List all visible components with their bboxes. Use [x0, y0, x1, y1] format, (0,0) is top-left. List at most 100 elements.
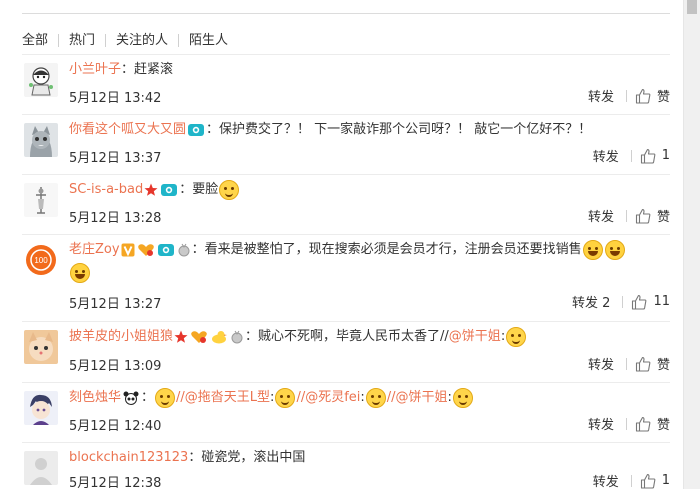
panda-badge-icon: [123, 391, 139, 405]
yum-emoji-icon: [452, 387, 473, 408]
top-divider: [22, 13, 670, 14]
comment-separator: ：: [245, 329, 259, 344]
action-divider: [630, 149, 632, 162]
like-count[interactable]: 11: [653, 294, 670, 309]
username[interactable]: 老庄Zoy: [69, 242, 120, 257]
comment-content: 看来是被整怕了，现在搜索必须是会员才行，注册会员还要找销售: [204, 242, 582, 257]
comment-separator: ：: [179, 182, 193, 197]
laugh-cry-emoji-icon: [582, 239, 603, 260]
comment-actions: 转发 赞: [588, 354, 670, 373]
comment-actions: 转发 2 11: [572, 292, 670, 311]
comment-text: 老庄Zoy ：看来是被整怕了，现在搜索必须是会员才行，注册会员还要找销售: [69, 238, 645, 284]
tab-all[interactable]: 全部: [22, 34, 58, 47]
medal-badge-icon: [231, 330, 243, 343]
comment-separator: ：: [188, 450, 202, 465]
like-count[interactable]: 赞: [657, 206, 670, 225]
action-divider: [625, 417, 627, 430]
medal-badge-icon: [178, 243, 190, 256]
mention-separator: :: [360, 390, 365, 405]
camera-badge-icon: [157, 243, 174, 256]
comment-list: 小兰叶子：赶紧滚 5月12日 13:42 转发 赞 你看这个呱又大又圆 ：保护费交…: [22, 54, 670, 489]
comment-time: 5月12日 13:27: [69, 297, 162, 312]
laugh-cry-emoji-icon: [604, 239, 625, 260]
comment-separator: ：: [206, 122, 220, 137]
comment-content: 碰瓷党，滚出中国: [201, 450, 306, 465]
comment-actions: 转发 赞: [588, 86, 670, 105]
mention-separator: :: [500, 329, 506, 344]
avatar[interactable]: [24, 330, 58, 364]
avatar[interactable]: 100: [24, 243, 58, 277]
avatar[interactable]: [24, 123, 58, 157]
comment-content: 贼心不死啊，毕竟人民币太香了//: [258, 329, 449, 344]
comment-item: 100 老庄Zoy ：看来是被整怕了，现在搜索必须是会员才行，注册会员还要找销售 …: [22, 234, 670, 321]
comment-text: 披羊皮的小姐姐狼 ：贼心不死啊，毕竟人民币太香了//@饼干姐:: [69, 325, 645, 348]
like-count[interactable]: 赞: [657, 354, 670, 373]
thumbs-up-icon[interactable]: [635, 356, 651, 372]
comment-time: 5月12日 13:42: [69, 91, 162, 106]
username[interactable]: 你看这个呱又大又圆: [69, 122, 186, 137]
tab-following[interactable]: 关注的人: [105, 33, 178, 47]
thumbs-up-icon[interactable]: [635, 208, 651, 224]
username[interactable]: blockchain123123: [69, 450, 188, 465]
username[interactable]: 披羊皮的小姐姐狼: [69, 329, 173, 344]
comment-text: 刻色烛华：//@拖沓天王L型://@死灵fei://@饼干姐:: [69, 386, 645, 409]
comment-separator: ：: [141, 390, 155, 405]
comment-time: 5月12日 13:37: [69, 151, 162, 166]
mention-link[interactable]: //@死灵fei: [296, 390, 360, 405]
like-count[interactable]: 赞: [657, 414, 670, 433]
comment-content: 要脸: [192, 182, 219, 197]
like-count[interactable]: 1: [662, 473, 670, 488]
username[interactable]: 刻色烛华: [69, 390, 121, 405]
fan-badge-icon: [137, 243, 154, 256]
mention-separator: :: [270, 390, 275, 405]
mention-link[interactable]: //@拖沓天王L型: [176, 390, 270, 405]
forward-button[interactable]: 转发: [588, 354, 614, 373]
forward-button[interactable]: 转发: [588, 86, 614, 105]
forward-button[interactable]: 转发: [588, 414, 614, 433]
tab-hot[interactable]: 热门: [58, 33, 105, 47]
comment-separator: ：: [191, 242, 205, 257]
username[interactable]: 小兰叶子: [69, 62, 121, 77]
thumbs-up-icon[interactable]: [635, 88, 651, 104]
like-count[interactable]: 1: [662, 148, 670, 163]
forward-button[interactable]: 转发: [593, 146, 619, 165]
comment-text: 小兰叶子：赶紧滚: [69, 58, 645, 81]
action-divider: [625, 209, 627, 222]
comment-item: 刻色烛华：//@拖沓天王L型://@死灵fei://@饼干姐: 5月12日 12…: [22, 382, 670, 442]
thumbs-up-icon[interactable]: [640, 473, 656, 489]
comment-item: 小兰叶子：赶紧滚 5月12日 13:42 转发 赞: [22, 54, 670, 114]
mention-link[interactable]: @饼干姐: [449, 329, 501, 344]
comment-time: 5月12日 12:38: [69, 476, 162, 489]
mention-link[interactable]: //@饼干姐: [387, 390, 448, 405]
comment-time: 5月12日 13:09: [69, 359, 162, 374]
yum-emoji-icon: [365, 387, 386, 408]
yum-emoji-icon: [275, 387, 296, 408]
thumbs-up-icon[interactable]: [635, 416, 651, 432]
like-count[interactable]: 赞: [657, 86, 670, 105]
avatar[interactable]: [24, 451, 58, 485]
forward-button[interactable]: 转发: [588, 206, 614, 225]
yum-emoji-icon: [506, 326, 527, 347]
username[interactable]: SC-is-a-bad: [69, 182, 143, 197]
scrollbar[interactable]: [683, 0, 700, 489]
comment-content: 保护费交了？！ 下一家敲诈那个公司呀？！ 敲它一个亿好不？！: [219, 122, 592, 137]
svg-text:100: 100: [34, 256, 48, 265]
star-badge-icon: [174, 330, 188, 343]
forward-button[interactable]: 转发 2: [572, 292, 610, 311]
comment-text: SC-is-a-bad ：要脸: [69, 178, 645, 201]
scrollbar-thumb[interactable]: [687, 0, 697, 14]
tab-strangers[interactable]: 陌生人: [178, 33, 238, 47]
comment-item: 你看这个呱又大又圆 ：保护费交了？！ 下一家敲诈那个公司呀？！ 敲它一个亿好不？！…: [22, 114, 670, 174]
comment-item: SC-is-a-bad ：要脸 5月12日 13:28 转发 赞: [22, 174, 670, 234]
avatar[interactable]: [24, 63, 58, 97]
forward-button[interactable]: 转发: [593, 471, 619, 489]
action-divider: [625, 357, 627, 370]
comment-time: 5月12日 12:40: [69, 419, 162, 434]
thumbs-up-icon[interactable]: [640, 148, 656, 164]
comment-actions: 转发 赞: [588, 206, 670, 225]
comment-item: 披羊皮的小姐姐狼 ：贼心不死啊，毕竟人民币太香了//@饼干姐: 5月12日 13:…: [22, 321, 670, 382]
avatar[interactable]: [24, 391, 58, 425]
thumbs-up-icon[interactable]: [631, 294, 647, 310]
avatar[interactable]: [24, 183, 58, 217]
comment-item: blockchain123123：碰瓷党，滚出中国 5月12日 12:38 转发…: [22, 442, 670, 489]
